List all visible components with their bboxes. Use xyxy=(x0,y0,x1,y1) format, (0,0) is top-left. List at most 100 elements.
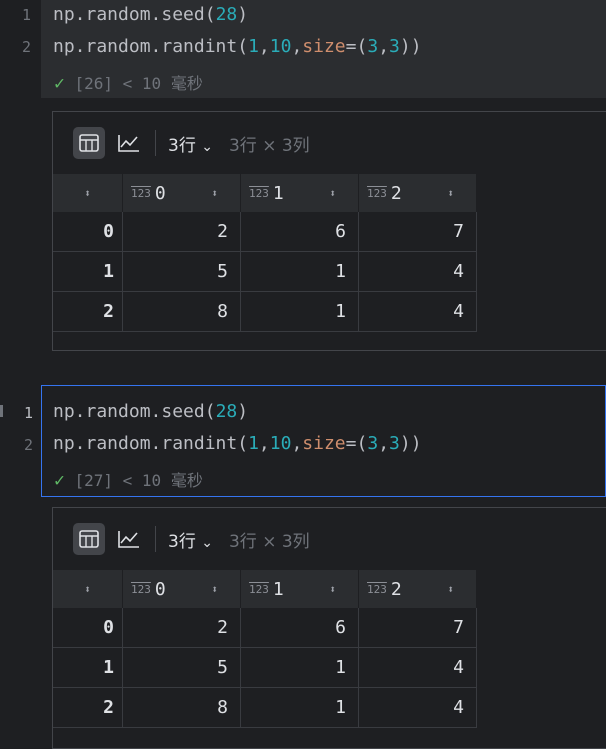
table-cell[interactable]: 4 xyxy=(359,252,477,292)
column-name: 0 xyxy=(154,578,166,600)
code-line-2[interactable]: np.random.randint(1,10,size=(3,3)) xyxy=(53,433,422,454)
code-token: )) xyxy=(399,36,422,57)
table-cell[interactable]: 2 xyxy=(123,608,241,648)
row-index: 1 xyxy=(53,648,123,688)
row-index: 2 xyxy=(53,292,123,332)
index-header[interactable]: ⬍ xyxy=(53,174,123,212)
code-line-1[interactable]: np.random.seed(28) xyxy=(53,4,248,25)
line-chart-icon xyxy=(118,531,139,548)
table-cell[interactable]: 6 xyxy=(241,608,359,648)
table-cell[interactable]: 4 xyxy=(359,292,477,332)
sort-icon[interactable]: ⬍ xyxy=(329,187,336,200)
table-cell[interactable]: 6 xyxy=(241,212,359,252)
execution-time: [27] < 10 毫秒 xyxy=(74,471,203,490)
code-number: 10 xyxy=(269,36,292,57)
code-token: , xyxy=(291,433,303,454)
execution-time: [26] < 10 毫秒 xyxy=(74,74,203,93)
code-number: 1 xyxy=(248,433,259,454)
output-toolbar: 3行 ⌄ 3行 × 3列 xyxy=(73,522,310,556)
column-header[interactable]: 123 2 ⬍ xyxy=(359,570,477,608)
chart-view-button[interactable] xyxy=(113,127,145,159)
code-number: 10 xyxy=(269,433,292,454)
table-cell[interactable]: 1 xyxy=(241,292,359,332)
sort-icon[interactable]: ⬍ xyxy=(211,583,218,596)
rows-dropdown[interactable]: 3行 ⌄ xyxy=(168,527,213,552)
table-cell[interactable]: 5 xyxy=(123,648,241,688)
code-token: , xyxy=(258,36,270,57)
column-header[interactable]: 123 1 ⬍ xyxy=(241,570,359,608)
execution-status: ✓ [27] < 10 毫秒 xyxy=(54,467,203,491)
column-name: 0 xyxy=(154,182,166,204)
table-cell[interactable]: 1 xyxy=(241,688,359,728)
code-token: np.random.seed( xyxy=(53,401,216,422)
numeric-type-icon: 123 xyxy=(367,186,387,200)
check-icon: ✓ xyxy=(54,470,65,491)
table-cell[interactable]: 8 xyxy=(123,688,241,728)
index-header[interactable]: ⬍ xyxy=(53,570,123,608)
rows-label: 3行 xyxy=(168,135,196,156)
toolbar-divider xyxy=(155,526,156,552)
column-header[interactable]: 123 0 ⬍ xyxy=(123,570,241,608)
code-token: ) xyxy=(237,401,249,422)
code-token: ) xyxy=(237,4,249,25)
table-cell[interactable]: 1 xyxy=(241,252,359,292)
code-token: , xyxy=(378,433,390,454)
code-number: 28 xyxy=(215,4,238,25)
row-index: 0 xyxy=(53,212,123,252)
line-number: 1 xyxy=(21,6,31,24)
code-number: 3 xyxy=(367,433,379,454)
code-token: , xyxy=(378,36,390,57)
numeric-type-icon: 123 xyxy=(249,582,269,596)
code-line-1[interactable]: np.random.seed(28) xyxy=(53,401,248,422)
table-cell[interactable]: 4 xyxy=(359,648,477,688)
code-token: np.random.randint( xyxy=(53,433,249,454)
sort-icon[interactable]: ⬍ xyxy=(84,187,91,200)
check-icon: ✓ xyxy=(54,73,65,94)
code-number: 3 xyxy=(389,433,400,454)
table-cell[interactable]: 5 xyxy=(123,252,241,292)
column-name: 2 xyxy=(390,182,402,204)
sort-icon[interactable]: ⬍ xyxy=(84,583,91,596)
table-cell[interactable]: 1 xyxy=(241,648,359,688)
table-view-button[interactable] xyxy=(73,127,105,159)
code-number: 1 xyxy=(248,36,259,57)
row-index: 0 xyxy=(53,608,123,648)
rows-dropdown[interactable]: 3行 ⌄ xyxy=(168,131,213,156)
table-icon xyxy=(79,530,99,548)
sort-icon[interactable]: ⬍ xyxy=(447,187,454,200)
column-header[interactable]: 123 0 ⬍ xyxy=(123,174,241,212)
column-name: 2 xyxy=(390,578,402,600)
sort-icon[interactable]: ⬍ xyxy=(329,583,336,596)
chart-view-button[interactable] xyxy=(113,523,145,555)
code-token: , xyxy=(258,433,270,454)
cell-collapse-arrow[interactable] xyxy=(0,405,7,417)
code-number: 3 xyxy=(389,36,400,57)
dataframe-output: 3行 ⌄ 3行 × 3列 ⬍ 123 0 ⬍ 123 1 ⬍ 123 2 ⬍ 0 2 6 7… xyxy=(52,111,606,351)
table-cell[interactable]: 7 xyxy=(359,212,477,252)
numeric-type-icon: 123 xyxy=(131,582,151,596)
table-cell[interactable]: 8 xyxy=(123,292,241,332)
code-line-2[interactable]: np.random.randint(1,10,size=(3,3)) xyxy=(53,36,422,57)
column-header[interactable]: 123 2 ⬍ xyxy=(359,174,477,212)
code-token: np.random.randint( xyxy=(53,36,249,57)
table-cell[interactable]: 4 xyxy=(359,688,477,728)
sort-icon[interactable]: ⬍ xyxy=(447,583,454,596)
code-token: =( xyxy=(345,433,368,454)
code-keyword: size xyxy=(302,36,346,57)
code-number: 28 xyxy=(215,401,238,422)
code-token: =( xyxy=(345,36,368,57)
chevron-down-icon: ⌄ xyxy=(201,534,213,551)
sort-icon[interactable]: ⬍ xyxy=(211,187,218,200)
row-index: 1 xyxy=(53,252,123,292)
dataframe-output: 3行 ⌄ 3行 × 3列 ⬍ 123 0 ⬍ 123 1 ⬍ 123 2 ⬍ 0 2 6 7… xyxy=(52,507,606,749)
table-cell[interactable]: 7 xyxy=(359,608,477,648)
execution-status: ✓ [26] < 10 毫秒 xyxy=(54,70,203,94)
table-view-button[interactable] xyxy=(73,523,105,555)
table-icon xyxy=(79,134,99,152)
table-cell[interactable]: 2 xyxy=(123,212,241,252)
line-number: 2 xyxy=(23,436,33,454)
code-token: np.random.seed( xyxy=(53,4,216,25)
toolbar-divider xyxy=(155,130,156,156)
column-header[interactable]: 123 1 ⬍ xyxy=(241,174,359,212)
row-index: 2 xyxy=(53,688,123,728)
